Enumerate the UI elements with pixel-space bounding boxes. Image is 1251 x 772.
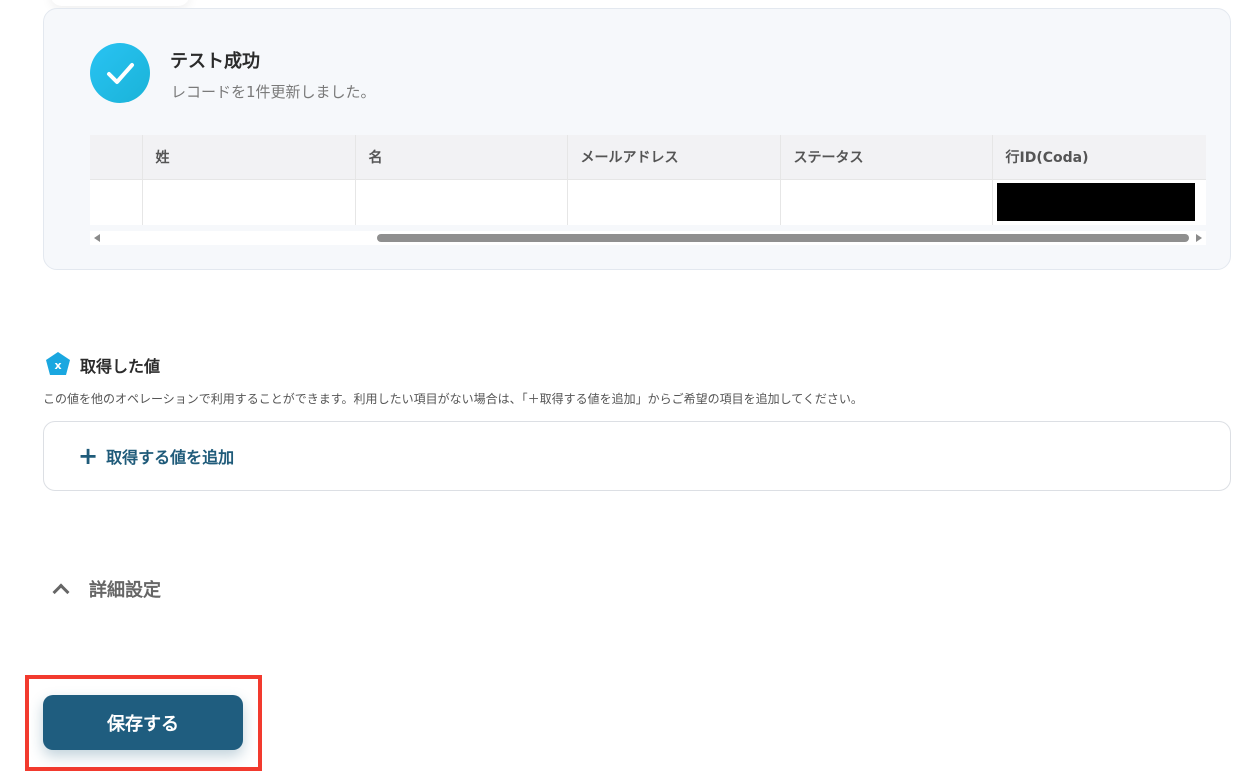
table-cell — [567, 179, 781, 225]
fetched-values-title: 取得した値 — [80, 357, 161, 376]
result-table: 姓 名 メールアドレス ステータス 行ID(Coda) — [90, 135, 1206, 225]
scroll-left-arrow-icon[interactable] — [94, 234, 100, 242]
table-header-index — [90, 135, 143, 180]
table-header-email: メールアドレス — [567, 135, 781, 180]
advanced-settings-label: 詳細設定 — [89, 580, 161, 601]
result-description: レコードを1件更新しました。 — [171, 83, 376, 101]
table-cell — [355, 179, 568, 225]
fetched-value-icon: x — [45, 351, 71, 377]
success-check-icon — [90, 43, 150, 103]
table-header-row: 姓 名 メールアドレス ステータス 行ID(Coda) — [90, 135, 1206, 180]
scroll-right-arrow-icon[interactable] — [1196, 234, 1202, 242]
table-row — [90, 179, 1206, 225]
add-fetched-value-button[interactable]: + 取得する値を追加 — [43, 421, 1231, 491]
table-cell — [142, 179, 356, 225]
table-cell-row-id — [992, 179, 1206, 225]
table-header-status: ステータス — [780, 135, 993, 180]
add-fetched-value-label: 取得する値を追加 — [106, 448, 235, 467]
result-title: テスト成功 — [170, 51, 260, 72]
top-shadow — [50, 0, 190, 6]
redacted-value — [996, 183, 1195, 222]
table-header-first-name: 名 — [355, 135, 568, 180]
fetched-values-description: この値を他のオペレーションで利用することができます。利用したい項目がない場合は、… — [43, 392, 863, 406]
page: テスト成功 レコードを1件更新しました。 姓 名 メールアドレス ステータス 行… — [0, 0, 1251, 772]
horizontal-scrollbar[interactable] — [90, 231, 1206, 245]
result-table-container[interactable]: 姓 名 メールアドレス ステータス 行ID(Coda) — [90, 135, 1206, 243]
table-cell — [90, 179, 143, 225]
table-header-last-name: 姓 — [142, 135, 356, 180]
svg-text:x: x — [54, 359, 61, 372]
chevron-up-icon — [52, 583, 70, 601]
table-cell — [780, 179, 993, 225]
advanced-settings-toggle[interactable]: 詳細設定 — [50, 574, 161, 604]
test-result-card: テスト成功 レコードを1件更新しました。 姓 名 メールアドレス ステータス 行… — [43, 8, 1231, 270]
save-button[interactable]: 保存する — [43, 695, 243, 750]
plus-icon: + — [78, 442, 99, 470]
table-header-row-id: 行ID(Coda) — [992, 135, 1206, 180]
scrollbar-thumb[interactable] — [377, 234, 1189, 242]
